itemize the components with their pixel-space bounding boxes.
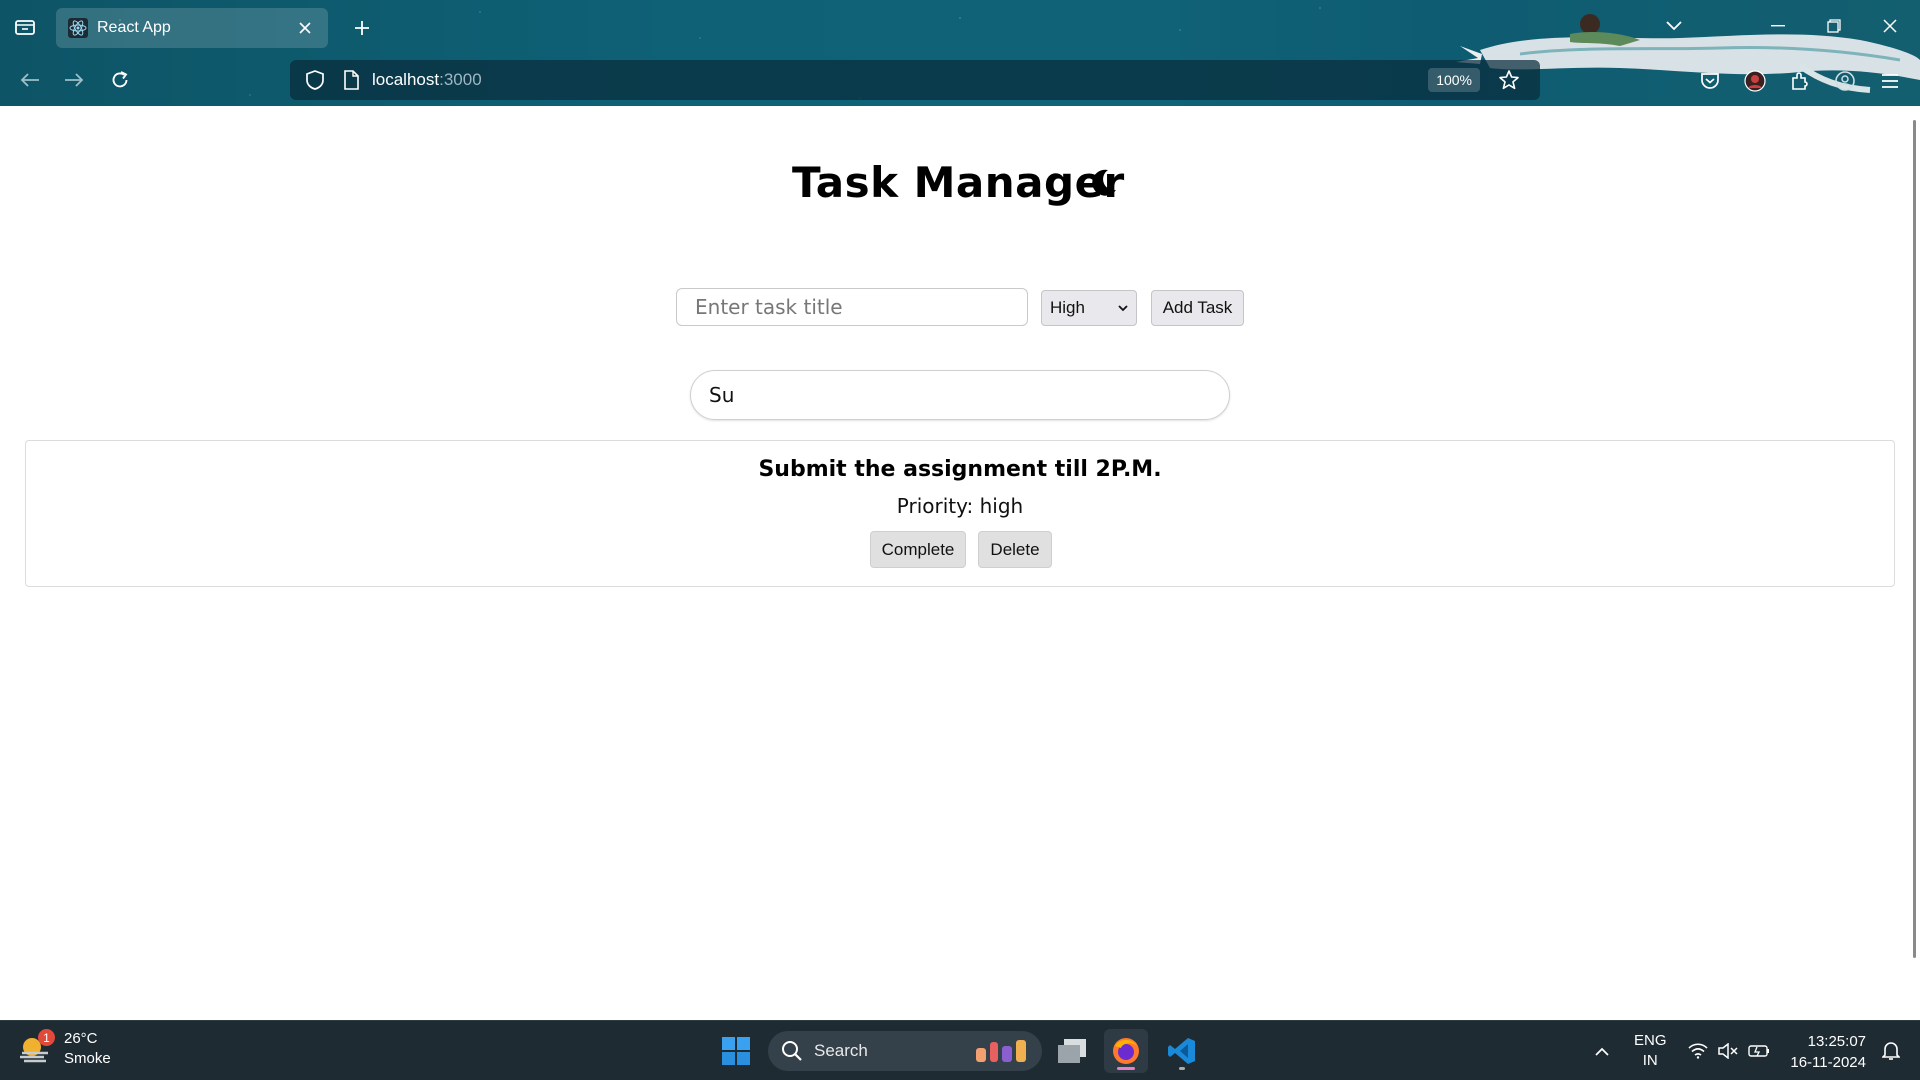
system-tray-quick-settings[interactable]: [1684, 1031, 1774, 1071]
app-menu-button[interactable]: [1875, 66, 1905, 96]
browser-chrome: React App localhost:3000 100%: [0, 0, 1920, 106]
page-icon: [344, 70, 359, 90]
url-text[interactable]: localhost:3000: [372, 70, 482, 90]
task-title-input[interactable]: [676, 288, 1028, 326]
back-icon: [20, 73, 39, 87]
weather-temp: 26°C: [64, 1030, 98, 1047]
task-priority: Priority: high: [896, 494, 1024, 518]
search-highlight-icon: [976, 1040, 1026, 1062]
taskbar-search-label: Search: [814, 1041, 868, 1060]
star-icon: [1499, 70, 1519, 90]
notification-icon: [1882, 1042, 1900, 1060]
pocket-button[interactable]: [1695, 66, 1725, 96]
start-button[interactable]: [714, 1029, 758, 1073]
lang-line2: IN: [1642, 1052, 1658, 1069]
battery-icon: [1748, 1045, 1769, 1057]
task-card: Submit the assignment till 2P.M. Priorit…: [25, 440, 1895, 587]
tab-title: React App: [97, 19, 171, 36]
wifi-icon: [1688, 1043, 1708, 1059]
file-explorer-button[interactable]: [1050, 1029, 1094, 1073]
address-bar[interactable]: localhost:3000 100%: [290, 60, 1540, 100]
clock-time: 13:25:07: [1807, 1033, 1866, 1050]
weather-widget[interactable]: 1 26°C Smoke: [18, 1029, 111, 1069]
vscode-taskbar-button[interactable]: [1160, 1029, 1204, 1073]
moon-icon[interactable]: [1086, 166, 1120, 200]
close-tab-button[interactable]: [294, 17, 316, 39]
account-icon: [1744, 70, 1766, 92]
clock-date: 16-11-2024: [1790, 1054, 1866, 1071]
extension-icon: [1792, 72, 1808, 90]
account-button[interactable]: [1740, 66, 1770, 96]
speaker-muted-icon: [1718, 1043, 1738, 1059]
react-icon: [68, 18, 88, 38]
page-scrollbar[interactable]: [1913, 120, 1916, 958]
close-icon: [1883, 19, 1897, 33]
chevron-up-icon: [1595, 1047, 1609, 1056]
file-explorer-icon: [1058, 1039, 1086, 1063]
windows-start-icon: [722, 1037, 750, 1065]
search-icon: [782, 1041, 802, 1061]
page-content: Task Manager High Add Task Su Submit the…: [0, 106, 1920, 1020]
zoom-level-button[interactable]: 100%: [1428, 68, 1480, 92]
taskbar-search[interactable]: Search: [768, 1031, 1042, 1071]
plus-icon: [355, 21, 369, 35]
menu-icon: [1882, 74, 1898, 88]
chevron-down-icon: [1666, 21, 1682, 31]
reload-icon: [112, 71, 128, 88]
tracking-protection-button[interactable]: [300, 65, 330, 95]
forward-button[interactable]: [58, 64, 90, 96]
tab-react-app[interactable]: React App: [56, 8, 328, 48]
new-tab-button[interactable]: [348, 14, 376, 42]
page-title: Task Manager: [792, 158, 1125, 207]
close-window-button[interactable]: [1870, 8, 1910, 44]
account-icon: [1835, 71, 1855, 91]
list-all-tabs-button[interactable]: [1654, 8, 1694, 44]
taskbar-clock[interactable]: 13:25:07 16-11-2024: [1790, 1031, 1866, 1073]
add-task-button[interactable]: Add Task: [1151, 290, 1244, 326]
firefox-icon: [1113, 1038, 1139, 1064]
back-button[interactable]: [14, 64, 46, 96]
reload-button[interactable]: [104, 64, 136, 96]
task-title: Submit the assignment till 2P.M.: [758, 457, 1162, 482]
vscode-icon: [1168, 1038, 1195, 1064]
tab-list-icon: [15, 20, 35, 35]
priority-select[interactable]: High: [1041, 290, 1137, 326]
close-icon: [299, 22, 311, 34]
minimize-icon: [1771, 25, 1785, 27]
sync-account-button[interactable]: [1830, 66, 1860, 96]
chevron-down-icon: [1118, 304, 1128, 311]
app-header: Task Manager: [0, 158, 1920, 218]
url-host: localhost: [372, 70, 440, 89]
complete-button[interactable]: Complete: [870, 531, 966, 568]
search-input[interactable]: Su: [690, 370, 1230, 420]
delete-button[interactable]: Delete: [978, 531, 1052, 568]
show-hidden-icons-button[interactable]: [1590, 1031, 1614, 1071]
shield-icon: [306, 70, 324, 90]
weather-badge: 1: [38, 1029, 55, 1046]
restore-icon: [1827, 19, 1841, 33]
tab-list-button[interactable]: [10, 12, 40, 42]
pocket-icon: [1701, 73, 1719, 89]
firefox-taskbar-button[interactable]: [1104, 1029, 1148, 1073]
weather-desc: Smoke: [64, 1050, 111, 1067]
lang-line1: ENG: [1634, 1032, 1667, 1049]
language-indicator[interactable]: ENG IN: [1634, 1031, 1667, 1071]
site-info-button[interactable]: [336, 65, 366, 95]
windows-taskbar: 1 26°C Smoke Search ENG IN 13:25:07 16-1…: [0, 1020, 1920, 1080]
forward-icon: [65, 73, 84, 87]
extensions-button[interactable]: [1785, 66, 1815, 96]
restore-button[interactable]: [1814, 8, 1854, 44]
priority-selected-value: High: [1050, 298, 1085, 317]
bookmark-button[interactable]: [1494, 65, 1524, 95]
url-port: :3000: [439, 70, 482, 89]
minimize-button[interactable]: [1758, 8, 1798, 44]
notification-center-button[interactable]: [1876, 1031, 1906, 1071]
